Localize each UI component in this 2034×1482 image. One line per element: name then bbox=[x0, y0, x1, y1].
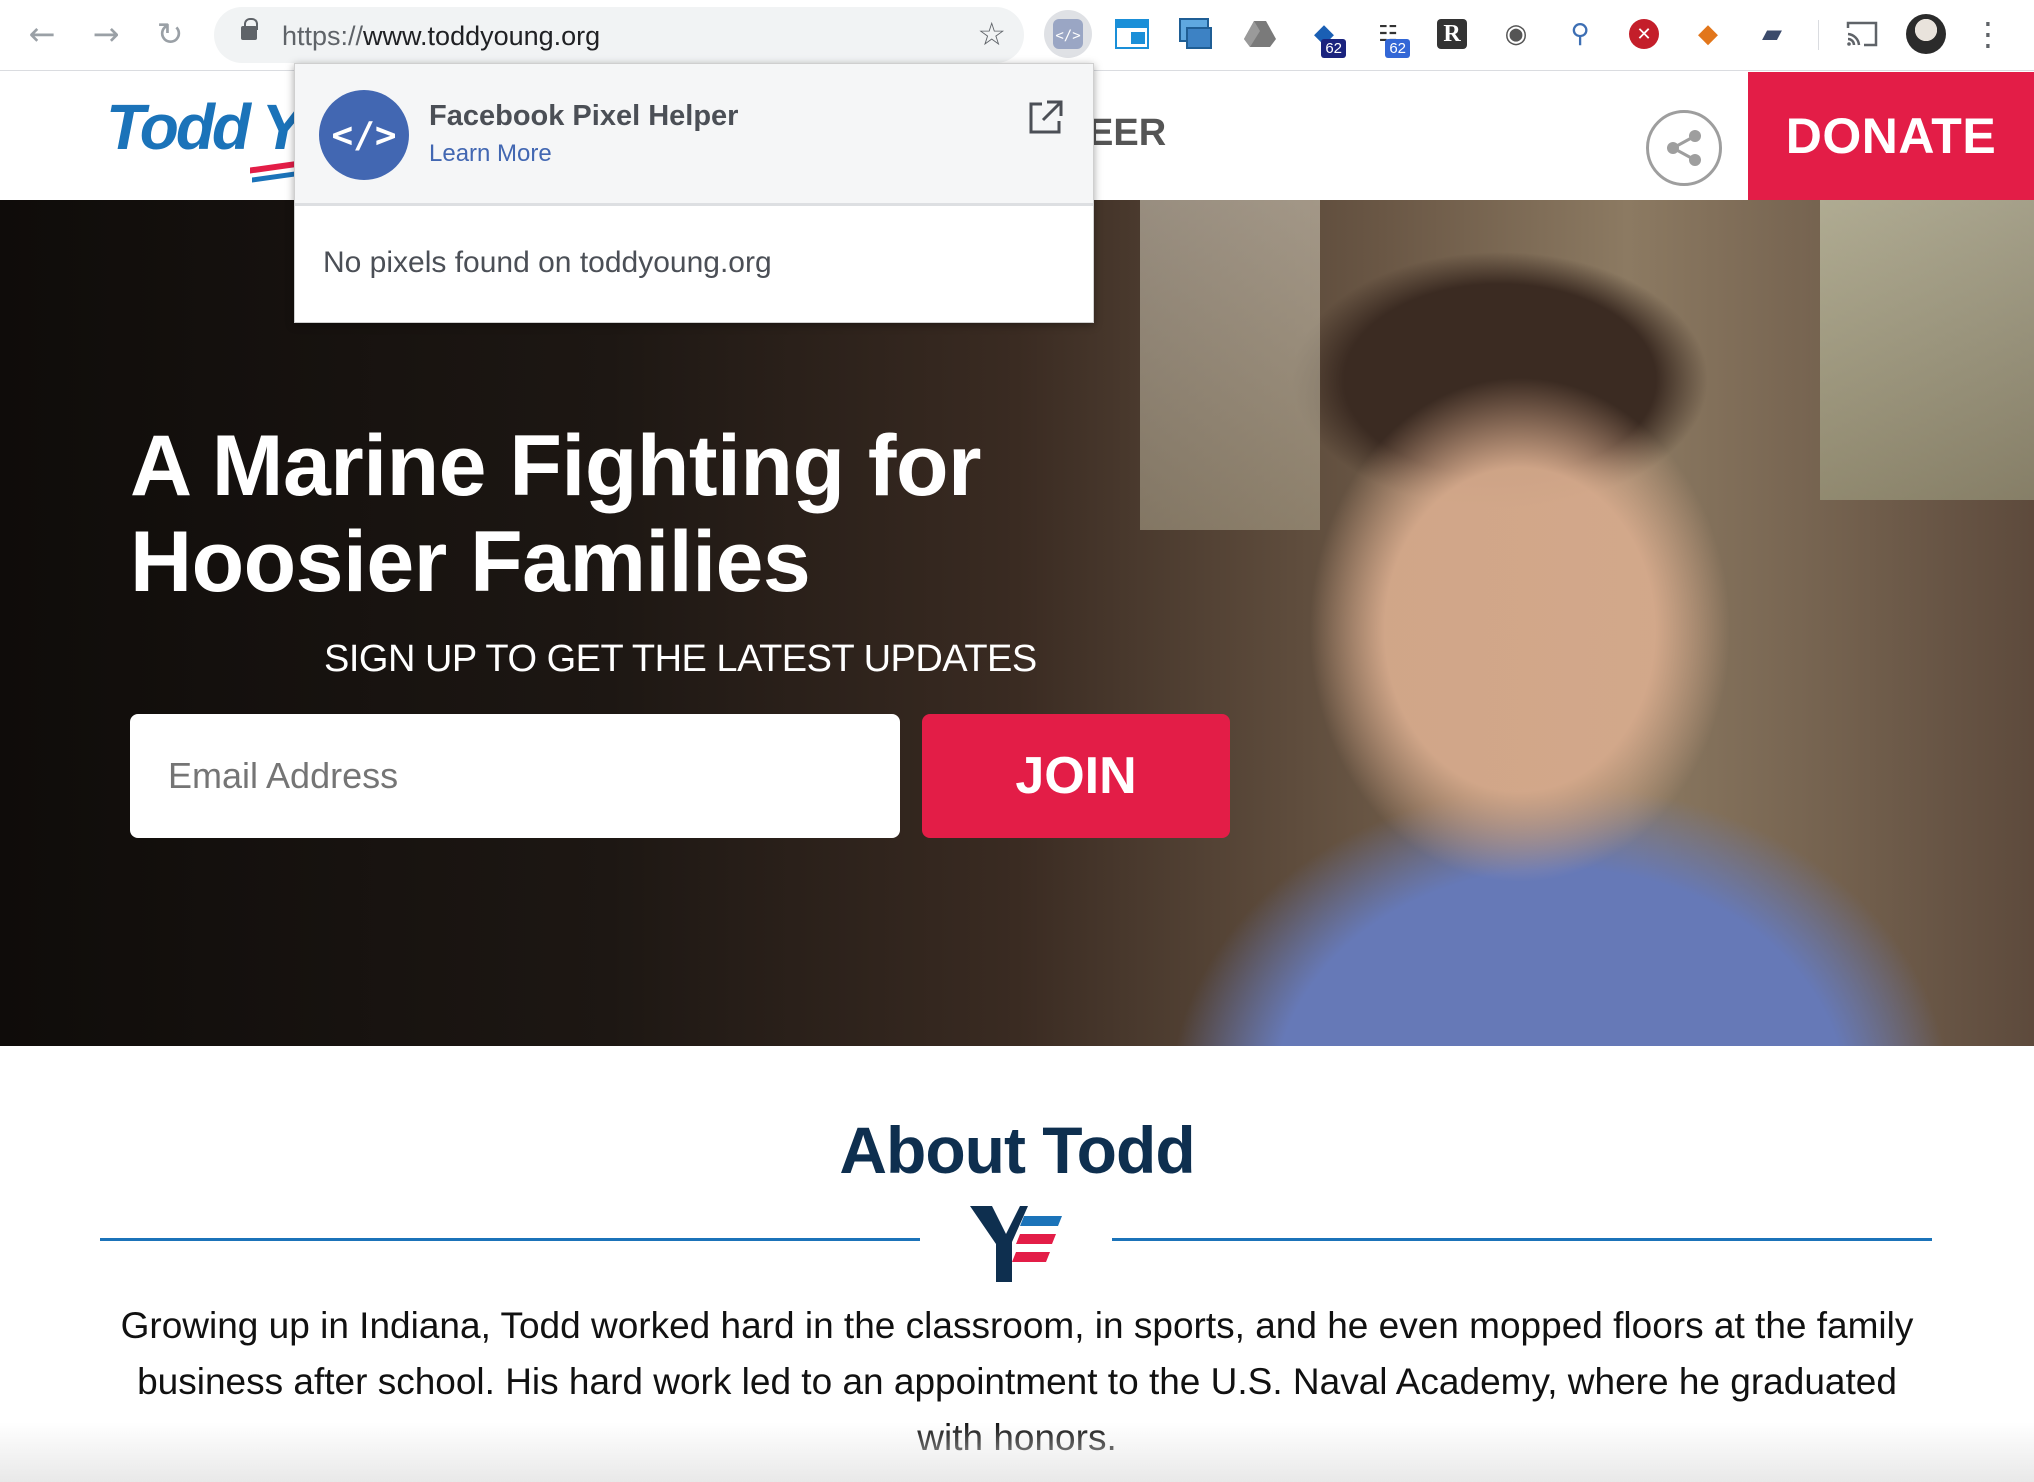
address-bar[interactable]: https://www.toddyoung.org ☆ bbox=[214, 7, 1024, 63]
facebook-pixel-helper-button[interactable]: </> bbox=[1044, 10, 1092, 58]
about-section: About Todd Growing up in Indiana, Todd w… bbox=[0, 1046, 2034, 1482]
extension-magnifier[interactable]: ⚲ bbox=[1556, 10, 1604, 58]
external-link-icon[interactable] bbox=[1025, 98, 1065, 138]
y-logo-icon bbox=[970, 1206, 1062, 1282]
more-vert-icon: ⋮ bbox=[1972, 15, 2004, 53]
hero-title-line: Hoosier Families bbox=[130, 514, 811, 610]
nav-item-career[interactable]: EER bbox=[1088, 112, 1166, 155]
cast-button[interactable] bbox=[1838, 10, 1886, 58]
reload-icon: ↻ bbox=[156, 15, 184, 53]
donate-button[interactable]: DONATE bbox=[1748, 72, 2034, 200]
extension-badge: 62 bbox=[1321, 39, 1346, 58]
popup-header: </> Facebook Pixel Helper Learn More bbox=[295, 64, 1093, 206]
screenshot-icon bbox=[1179, 18, 1212, 49]
share-button[interactable] bbox=[1646, 110, 1722, 186]
signup-heading: SIGN UP TO GET THE LATEST UPDATES bbox=[324, 638, 1037, 680]
hero-section: A Marine Fighting for Hoosier Families S… bbox=[0, 200, 2034, 1046]
scroll-fade bbox=[0, 1422, 2034, 1482]
divider-line bbox=[100, 1238, 920, 1241]
browser-toolbar: ← → ↻ https://www.toddyoung.org ☆ </> ◆ … bbox=[0, 0, 2034, 71]
toolbar-separator bbox=[1818, 20, 1819, 50]
extension-drive[interactable] bbox=[1236, 10, 1284, 58]
window-icon bbox=[1115, 19, 1149, 49]
extension-screenshot[interactable] bbox=[1172, 10, 1220, 58]
svg-text:</>: </> bbox=[1055, 28, 1080, 44]
google-drive-icon bbox=[1244, 21, 1276, 47]
profile-avatar[interactable] bbox=[1906, 14, 1946, 54]
about-title: About Todd bbox=[839, 1113, 1195, 1187]
forward-button[interactable]: → bbox=[82, 10, 130, 58]
magnifier-icon: ⚲ bbox=[1570, 19, 1590, 49]
share-icon bbox=[1667, 130, 1701, 166]
popup-title: Facebook Pixel Helper bbox=[429, 100, 739, 132]
pixel-helper-popup: </> Facebook Pixel Helper Learn More No … bbox=[294, 63, 1094, 323]
hero-title-line: A Marine Fighting for bbox=[130, 418, 982, 514]
metamask-icon: ◆ bbox=[1698, 19, 1718, 49]
eye-icon: ◉ bbox=[1504, 19, 1528, 49]
r-icon: R bbox=[1437, 19, 1467, 49]
arrow-right-icon: → bbox=[92, 15, 120, 53]
email-input[interactable] bbox=[130, 714, 900, 838]
arrow-left-icon: ← bbox=[28, 15, 56, 53]
cast-icon bbox=[1846, 21, 1878, 47]
url-text[interactable]: https://www.toddyoung.org bbox=[282, 21, 600, 52]
device-icon: ▰ bbox=[1762, 19, 1782, 49]
extension-metamask[interactable]: ◆ bbox=[1684, 10, 1732, 58]
extension-window[interactable] bbox=[1108, 10, 1156, 58]
extension-tree[interactable]: ☷ 62 bbox=[1364, 10, 1412, 58]
facebook-pixel-helper-icon: </> bbox=[1053, 19, 1083, 49]
back-button[interactable]: ← bbox=[18, 10, 66, 58]
divider-line bbox=[1112, 1238, 1932, 1241]
popup-message: No pixels found on toddyoung.org bbox=[323, 246, 772, 279]
extension-wappalyzer[interactable]: ◆ 62 bbox=[1300, 10, 1348, 58]
browser-menu-button[interactable]: ⋮ bbox=[1968, 10, 2008, 58]
blocker-icon: ✕ bbox=[1629, 19, 1659, 49]
extension-device[interactable]: ▰ bbox=[1748, 10, 1796, 58]
bookmark-star-icon[interactable]: ☆ bbox=[977, 15, 1006, 53]
extension-blocker[interactable]: ✕ bbox=[1620, 10, 1668, 58]
learn-more-link[interactable]: Learn More bbox=[429, 140, 552, 168]
background-window bbox=[1140, 200, 1320, 530]
url-host: www.toddyoung.org bbox=[363, 21, 601, 51]
background-window bbox=[1820, 200, 2034, 500]
url-scheme: https:// bbox=[282, 21, 364, 51]
hero-title: A Marine Fighting for Hoosier Families bbox=[130, 418, 1030, 610]
extension-badge: 62 bbox=[1385, 39, 1410, 58]
extension-eye[interactable]: ◉ bbox=[1492, 10, 1540, 58]
join-button[interactable]: JOIN bbox=[922, 714, 1230, 838]
extension-r[interactable]: R bbox=[1428, 10, 1476, 58]
lock-icon bbox=[241, 18, 258, 40]
reload-button[interactable]: ↻ bbox=[146, 10, 194, 58]
pixel-helper-logo-icon: </> bbox=[319, 90, 409, 180]
